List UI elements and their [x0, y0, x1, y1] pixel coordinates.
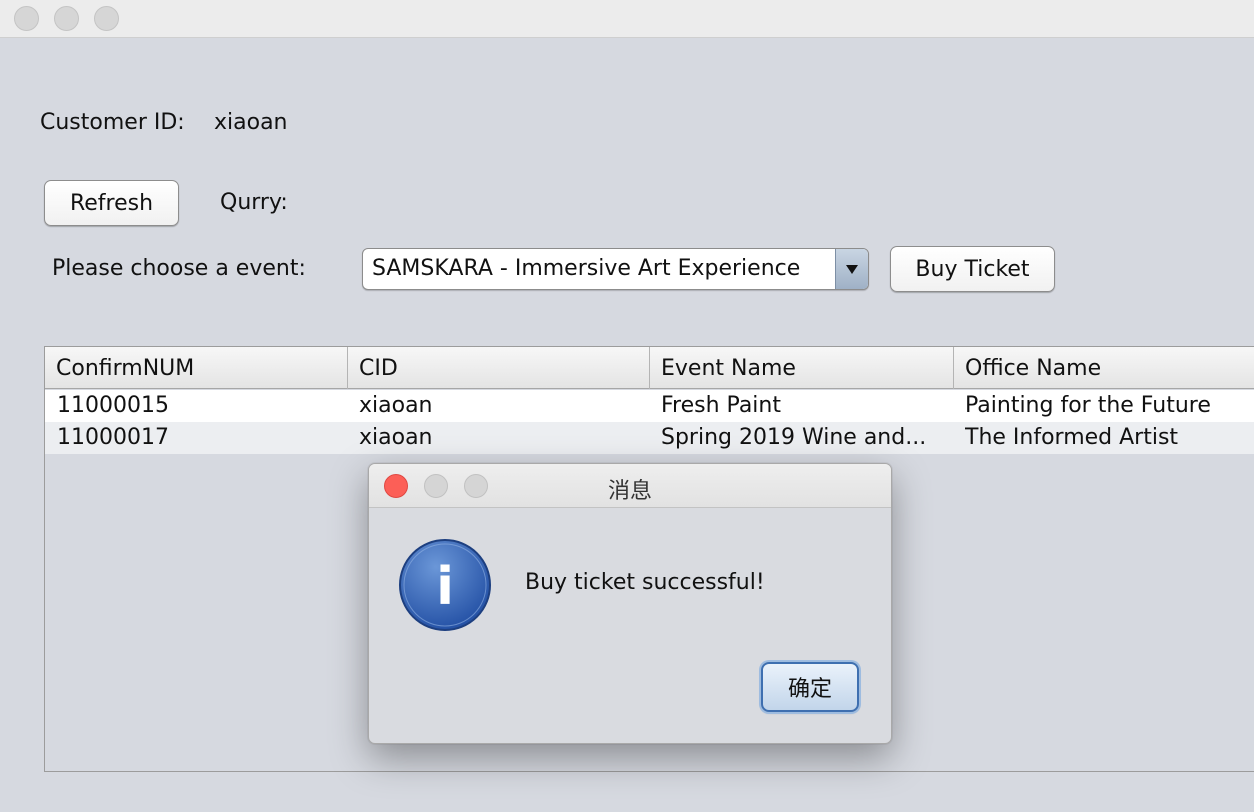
event-select[interactable]: SAMSKARA - Immersive Art Experience	[362, 248, 869, 290]
column-header-office-name[interactable]: Office Name	[954, 347, 1254, 389]
cell-office-name: The Informed Artist	[965, 425, 1179, 450]
info-icon-letter: i	[436, 557, 454, 617]
window-minimize-button[interactable]	[54, 6, 79, 31]
dialog-title: 消息	[607, 479, 652, 504]
chevron-down-icon[interactable]	[835, 249, 868, 289]
table-row[interactable]: 11000017 xiaoan Spring 2019 Wine and... …	[45, 422, 1254, 454]
buy-ticket-button[interactable]: Buy Ticket	[890, 246, 1055, 292]
event-select-value: SAMSKARA - Immersive Art Experience	[372, 256, 801, 281]
customer-id-value: xiaoan	[214, 110, 288, 135]
dialog-message: Buy ticket successful!	[525, 570, 765, 595]
info-icon: i	[398, 538, 492, 632]
cell-cid: xiaoan	[359, 425, 433, 450]
cell-event-name: Spring 2019 Wine and...	[661, 425, 927, 450]
refresh-button[interactable]: Refresh	[44, 180, 179, 226]
column-header-cid[interactable]: CID	[348, 347, 650, 389]
query-label: Qurry:	[220, 190, 288, 215]
cell-confirmnum: 11000015	[57, 393, 169, 418]
ok-button[interactable]: 确定	[761, 662, 859, 712]
column-header-event-name[interactable]: Event Name	[650, 347, 954, 389]
window-titlebar	[0, 0, 1254, 38]
dialog-titlebar: 消息	[369, 464, 891, 508]
window-close-button[interactable]	[14, 6, 39, 31]
cell-confirmnum: 11000017	[57, 425, 169, 450]
window-zoom-button[interactable]	[94, 6, 119, 31]
cell-event-name: Fresh Paint	[661, 393, 781, 418]
cell-cid: xiaoan	[359, 393, 433, 418]
customer-id-label: Customer ID:	[40, 110, 185, 135]
event-choose-label: Please choose a event:	[52, 256, 306, 281]
message-dialog: 消息 i Buy ticket successful! 确定	[368, 463, 892, 744]
table-row[interactable]: 11000015 xiaoan Fresh Paint Painting for…	[45, 390, 1254, 422]
table-header: ConfirmNUM CID Event Name Office Name	[45, 347, 1254, 389]
column-header-confirmnum[interactable]: ConfirmNUM	[45, 347, 348, 389]
cell-office-name: Painting for the Future	[965, 393, 1211, 418]
